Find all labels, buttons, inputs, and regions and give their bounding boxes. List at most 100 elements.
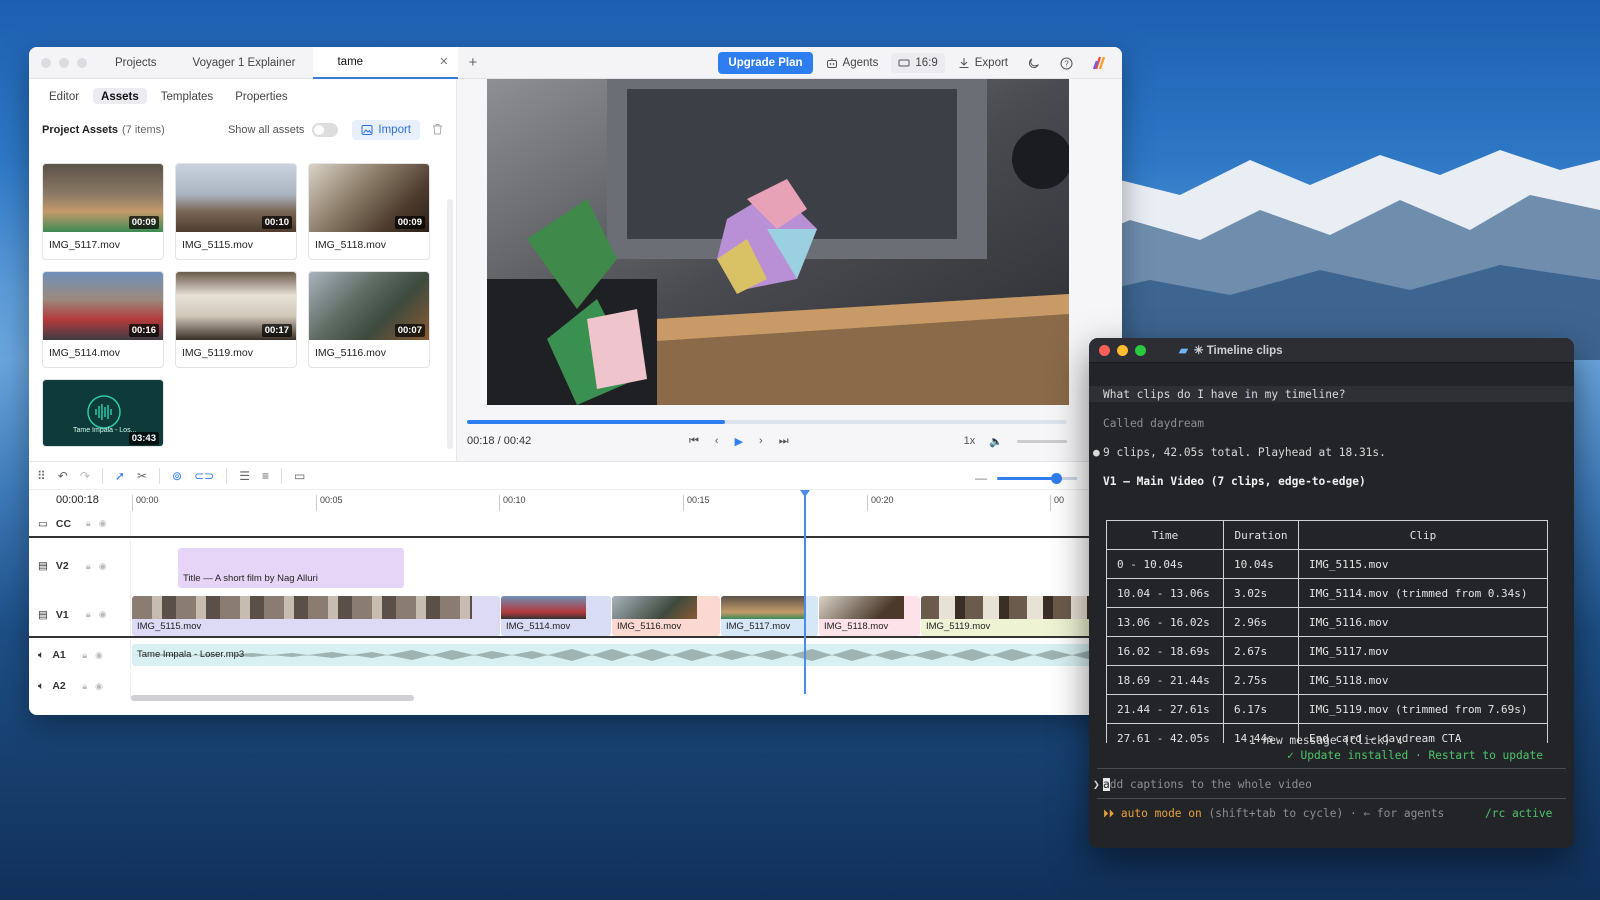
aspect-ratio-button[interactable]: 16:9 <box>891 53 945 73</box>
brand-logo-icon <box>1086 52 1114 74</box>
v1-clip[interactable]: IMG_5116.mov <box>612 596 720 636</box>
clip-name: Tame Impala - Loser.mp3 <box>137 649 245 660</box>
track-label: CC <box>55 517 72 530</box>
assets-header: Project Assets (7 items) Show all assets… <box>29 113 456 147</box>
text-cursor: a <box>1103 778 1110 791</box>
lock-icon[interactable]: 🔒︎ <box>86 561 91 572</box>
eye-icon[interactable]: ◉ <box>99 518 107 529</box>
window-controls[interactable] <box>1089 344 1146 356</box>
close-icon[interactable]: ✕ <box>439 55 448 68</box>
trash-icon[interactable] <box>432 123 443 138</box>
zoom-dot[interactable] <box>1135 344 1146 356</box>
mode-hint: (shift+tab to cycle) · ← for agents <box>1208 807 1445 820</box>
asset-card[interactable]: 00:17 IMG_5119.mov <box>175 271 297 368</box>
rc-status: /rc active <box>1485 807 1553 820</box>
ruler-tick: 00:05 <box>316 495 343 511</box>
skip-start-icon[interactable]: ⏮ <box>689 435 699 448</box>
video-thumbnail: 00:16 <box>43 272 163 340</box>
tool-call-line: Called daydream <box>1103 417 1205 430</box>
minimize-dot[interactable] <box>1117 344 1128 356</box>
tab-tame[interactable]: tame ✕ <box>313 47 459 79</box>
import-button[interactable]: Import <box>352 120 420 140</box>
link-icon[interactable]: ⊂⊃ <box>194 469 214 483</box>
caption-icon[interactable]: ▭ <box>294 469 305 483</box>
duration-badge: 00:09 <box>394 216 425 229</box>
tab-projects[interactable]: Projects <box>97 47 175 79</box>
lock-icon[interactable]: 🔒︎ <box>86 518 91 529</box>
asset-card[interactable]: 00:09 IMG_5117.mov <box>42 163 164 260</box>
asset-name: IMG_5114.mov <box>49 347 121 359</box>
robot-icon <box>826 57 838 69</box>
help-icon[interactable]: ? <box>1053 53 1080 74</box>
next-frame-icon[interactable]: › <box>759 435 763 447</box>
asset-card[interactable]: 00:10 IMG_5115.mov <box>175 163 297 260</box>
window-controls[interactable] <box>29 57 97 68</box>
v1-clip[interactable]: IMG_5118.mov <box>819 596 920 636</box>
eye-icon[interactable]: ◉ <box>95 650 103 661</box>
lock-icon[interactable]: 🔒︎ <box>86 609 91 620</box>
user-question: What clips do I have in my timeline? <box>1103 388 1346 401</box>
audio-asset-card[interactable]: Tame Impala - Los... 03:43 <box>42 379 164 447</box>
moon-icon[interactable] <box>1021 53 1047 73</box>
chat-input[interactable]: add captions to the whole video <box>1103 778 1312 791</box>
timeline-scrollbar[interactable] <box>131 695 414 701</box>
scissors-icon[interactable]: ✂ <box>137 469 147 483</box>
track-v1: ▤ V1 🔒︎ ◉ IMG_5115.mov IMG_5114.mov IMG_511… <box>29 593 1122 638</box>
magnet-icon[interactable]: ⊚ <box>172 469 182 483</box>
select-cursor-icon[interactable]: ➚ <box>115 469 125 483</box>
redo-icon[interactable]: ↷ <box>80 469 90 483</box>
prev-frame-icon[interactable]: ‹ <box>715 435 719 447</box>
align-icon[interactable]: ☰ <box>239 469 250 483</box>
time-display: 00:18 / 00:42 <box>467 435 532 447</box>
tab-editor[interactable]: Editor <box>41 88 87 104</box>
asset-card[interactable]: 00:09 IMG_5118.mov <box>308 163 430 260</box>
speaker-icon: 🔈︎ <box>38 648 45 661</box>
playback-progress[interactable] <box>467 420 1067 424</box>
lock-icon[interactable]: 🔒︎ <box>82 650 87 661</box>
asset-name: IMG_5116.mov <box>315 347 387 359</box>
asset-card[interactable]: 00:07 IMG_5116.mov <box>308 271 430 368</box>
agents-button[interactable]: Agents <box>819 53 886 73</box>
lock-icon[interactable]: 🔒︎ <box>82 681 87 692</box>
eye-icon[interactable]: ◉ <box>95 681 103 692</box>
eye-icon[interactable]: ◉ <box>99 561 107 572</box>
table-cell: 2.67s <box>1223 636 1299 666</box>
video-thumbnail: 00:09 <box>309 164 429 232</box>
table-cell: IMG_5115.mov <box>1298 549 1548 579</box>
v1-clip[interactable]: IMG_5115.mov <box>132 596 500 636</box>
asset-card[interactable]: 00:16 IMG_5114.mov <box>42 271 164 368</box>
tab-templates[interactable]: Templates <box>153 88 221 104</box>
volume-icon[interactable]: 🔈 <box>989 435 1003 448</box>
v1-clip[interactable]: IMG_5114.mov <box>501 596 611 636</box>
track-label: A2 <box>52 680 66 692</box>
tab-assets[interactable]: Assets <box>93 88 147 104</box>
show-all-toggle[interactable] <box>312 123 339 137</box>
export-button[interactable]: Export <box>951 53 1015 73</box>
playhead[interactable] <box>800 490 810 694</box>
zoom-out-icon[interactable]: — <box>975 471 987 485</box>
assets-scrollbar[interactable] <box>447 199 453 449</box>
time-ruler[interactable]: 00:00:18 00:00 00:05 00:10 00:15 00:20 0… <box>29 491 1122 511</box>
title-clip[interactable]: Title — A short film by Nag Alluri <box>178 548 404 588</box>
play-icon[interactable]: ▶ <box>735 435 743 448</box>
skip-end-icon[interactable]: ⏭ <box>779 435 789 448</box>
track-label: A1 <box>52 649 66 661</box>
playback-speed[interactable]: 1x <box>964 435 976 447</box>
track-a1: 🔈︎ A1 🔒︎ ◉ Tame Impala - Loser.mp3 <box>29 640 1122 670</box>
zoom-slider[interactable] <box>997 472 1062 484</box>
close-dot[interactable] <box>1099 344 1110 356</box>
new-message-notice[interactable]: 1 new message (click) ↓ <box>1249 734 1404 747</box>
tab-properties[interactable]: Properties <box>227 88 295 104</box>
show-all-assets[interactable]: Show all assets <box>228 123 339 137</box>
audio-clip[interactable]: Tame Impala - Loser.mp3 <box>132 644 1122 666</box>
eye-icon[interactable]: ◉ <box>99 609 107 620</box>
new-tab-plus-icon[interactable]: + <box>458 54 487 71</box>
drag-handle-icon[interactable]: ⠿ <box>37 469 46 483</box>
upgrade-plan-button[interactable]: Upgrade Plan <box>718 52 813 74</box>
timeline-zoom[interactable]: — <box>975 471 1077 485</box>
wrap-icon[interactable]: ≡ <box>262 469 269 483</box>
undo-icon[interactable]: ↶ <box>58 469 68 483</box>
volume-slider[interactable] <box>1017 439 1067 443</box>
tab-voyager[interactable]: Voyager 1 Explainer <box>175 47 314 79</box>
tab-label: Voyager 1 Explainer <box>192 56 296 69</box>
